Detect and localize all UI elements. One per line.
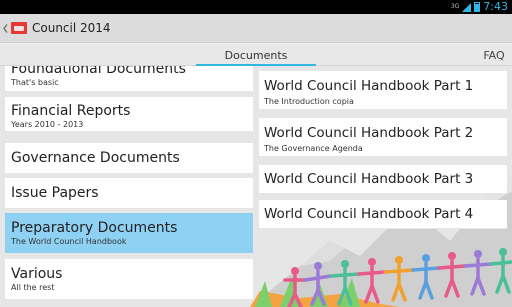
- status-clock: 7:43: [483, 0, 508, 13]
- document-item-part-4[interactable]: World Council Handbook Part 4: [259, 200, 507, 229]
- category-title: Governance Documents: [11, 150, 180, 166]
- category-title: Various: [11, 266, 63, 282]
- document-title: World Council Handbook Part 2: [264, 125, 474, 141]
- category-title: Financial Reports: [11, 103, 131, 119]
- category-title: Foundational Documents: [11, 66, 186, 77]
- action-bar: Council 2014: [0, 14, 512, 43]
- category-subtitle: That's basic: [11, 78, 59, 87]
- document-title: World Council Handbook Part 3: [264, 171, 474, 187]
- tab-documents[interactable]: Documents: [196, 44, 316, 67]
- category-title: Preparatory Documents: [11, 220, 178, 236]
- category-item-foundational[interactable]: Foundational Documents That's basic: [5, 66, 253, 92]
- category-item-issue-papers[interactable]: Issue Papers: [5, 178, 253, 209]
- category-subtitle: Years 2010 - 2013: [11, 120, 84, 129]
- app-title: Council 2014: [32, 21, 111, 35]
- category-subtitle: The World Council Handbook: [11, 237, 127, 246]
- app-logo-icon[interactable]: [11, 22, 27, 34]
- system-icons: 3G 7:43: [451, 1, 508, 13]
- status-bar: 3G 7:43: [0, 0, 512, 14]
- document-title: World Council Handbook Part 4: [264, 206, 474, 222]
- document-item-part-1[interactable]: World Council Handbook Part 1 The Introd…: [259, 71, 507, 110]
- document-subtitle: The Introduction copia: [264, 97, 354, 106]
- network-type-label: 3G: [450, 3, 460, 10]
- tab-faq[interactable]: FAQ: [476, 44, 512, 66]
- category-title: Issue Papers: [11, 185, 99, 201]
- up-navigation-icon[interactable]: [3, 23, 9, 33]
- document-title: World Council Handbook Part 1: [264, 78, 474, 94]
- category-item-various[interactable]: Various All the rest: [5, 259, 253, 300]
- category-subtitle: All the rest: [11, 283, 55, 292]
- signal-icon: [462, 2, 472, 12]
- battery-icon: [474, 2, 481, 12]
- document-item-part-3[interactable]: World Council Handbook Part 3: [259, 165, 507, 194]
- document-item-part-2[interactable]: World Council Handbook Part 2 The Govern…: [259, 118, 507, 157]
- tab-label: Documents: [224, 48, 288, 62]
- tab-label: FAQ: [483, 48, 505, 62]
- tab-bar: Documents FAQ: [0, 44, 512, 67]
- category-item-preparatory[interactable]: Preparatory Documents The World Council …: [5, 213, 253, 254]
- document-subtitle: The Governance Agenda: [264, 144, 363, 153]
- content-area: Foundational Documents That's basic Fina…: [0, 66, 512, 307]
- category-item-financial-reports[interactable]: Financial Reports Years 2010 - 2013: [5, 97, 253, 132]
- category-item-governance[interactable]: Governance Documents: [5, 143, 253, 174]
